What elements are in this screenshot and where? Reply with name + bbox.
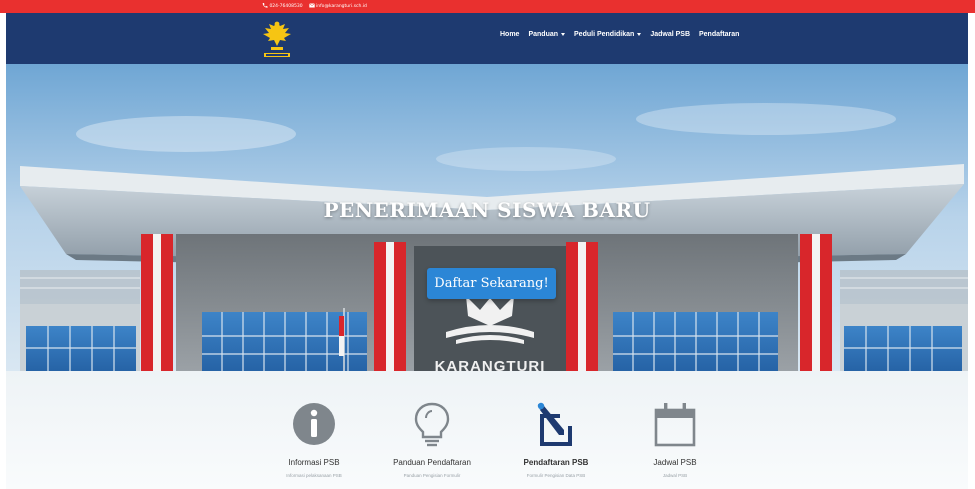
calendar-icon [654,403,696,447]
email-text: info@karangturi.sch.id [316,4,367,9]
nav-home[interactable]: Home [500,31,519,38]
chevron-down-icon [637,33,642,36]
phone-icon [262,3,268,8]
phone-text: 024-76408530 [269,4,303,9]
hero-banner: PENERIMAAN SISWA BARU Tahun Ajaran 2019-… [6,64,968,371]
info-icon [293,403,335,445]
email-contact[interactable]: info@karangturi.sch.id [308,2,367,11]
main-nav: Home Panduan Peduli Pendidikan Jadwal PS… [500,31,739,38]
feature-subtitle: Panduan Pengisian Formulir [403,473,461,478]
nav-peduli-pendidikan[interactable]: Peduli Pendidikan [574,31,642,38]
feature-subtitle: Jadwal PSB [662,473,688,478]
site-header: Home Panduan Peduli Pendidikan Jadwal PS… [6,13,968,64]
feature-title: Informasi PSB [288,458,340,467]
page: 024-76408530 info@karangturi.sch.id Home… [0,0,975,489]
nav-jadwal-psb[interactable]: Jadwal PSB [650,31,690,38]
top-contact-bar: 024-76408530 info@karangturi.sch.id [0,0,975,13]
phone-contact[interactable]: 024-76408530 [262,2,303,11]
hero-title: PENERIMAAN SISWA BARU [323,198,651,222]
features-section: Informasi PSB Informasi pelaksanaan PSB … [6,371,968,489]
building-sign-text: KARANGTURI [434,358,546,371]
chevron-down-icon [561,33,566,36]
nav-panduan[interactable]: Panduan [528,31,566,38]
edit-icon [537,402,572,446]
envelope-icon [308,3,315,8]
lightbulb-icon [414,402,450,447]
feature-title: Jadwal PSB [653,458,697,467]
feature-title: Pendaftaran PSB [523,458,589,467]
daftar-sekarang-button[interactable]: Daftar Sekarang! [427,268,556,299]
karangturi-logo[interactable] [260,16,294,60]
nav-pendaftaran[interactable]: Pendaftaran [699,31,739,38]
feature-subtitle: Formulir Pengisian Data PSB [526,473,586,478]
feature-title: Panduan Pendaftaran [393,458,471,467]
feature-subtitle: Informasi pelaksanaan PSB [286,473,342,478]
